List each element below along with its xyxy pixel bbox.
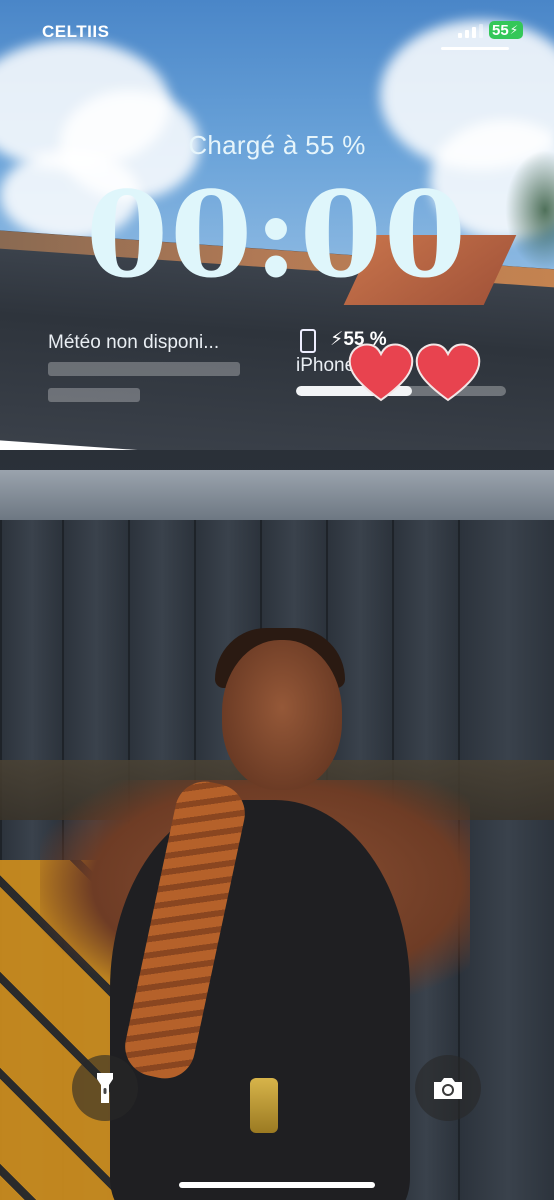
flashlight-button[interactable] xyxy=(72,1055,138,1121)
control-center-indicator[interactable] xyxy=(441,47,509,50)
wallpaper-gate-top xyxy=(0,470,554,520)
wallpaper-person-watch xyxy=(250,1078,278,1133)
heart-icon xyxy=(348,343,414,402)
camera-button[interactable] xyxy=(415,1055,481,1121)
home-indicator[interactable] xyxy=(179,1182,375,1188)
weather-placeholder-line xyxy=(48,388,140,402)
charging-bolt-icon: ⚡ xyxy=(509,23,519,37)
heart-icon xyxy=(415,343,481,402)
battery-indicator: 55 ⚡ xyxy=(489,21,523,39)
signal-bars-icon xyxy=(458,22,483,38)
charging-bolt-icon: ⚡ xyxy=(330,329,344,350)
charge-status: Chargé à 55 % xyxy=(188,130,366,160)
flashlight-icon xyxy=(97,1073,113,1103)
lock-clock[interactable]: 00:00 xyxy=(0,165,554,305)
carrier-name: CELTIIS xyxy=(42,22,110,41)
battery-level: 55 xyxy=(492,21,509,39)
weather-placeholder-line xyxy=(48,362,240,376)
phone-icon xyxy=(300,329,316,353)
wallpaper-person-face xyxy=(222,640,342,790)
weather-widget[interactable]: Météo non disponi... xyxy=(48,332,248,354)
camera-icon xyxy=(434,1078,462,1099)
weather-widget-text: Météo non disponi... xyxy=(48,332,220,353)
